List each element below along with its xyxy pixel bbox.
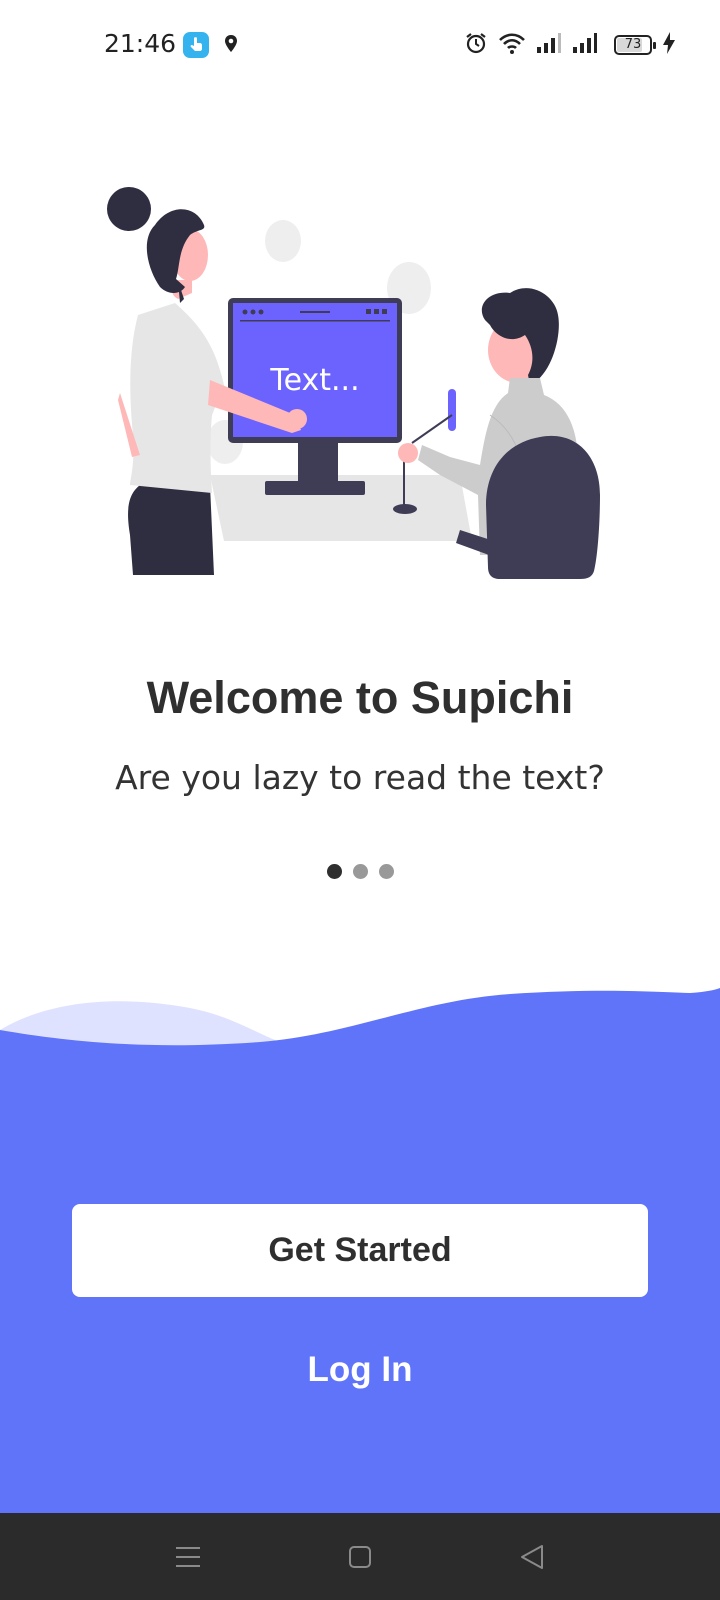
welcome-subtitle: Are you lazy to read the text? <box>115 758 605 797</box>
charging-icon <box>662 31 676 60</box>
system-navigation-bar <box>0 1513 720 1600</box>
log-in-button[interactable]: Log In <box>260 1340 460 1400</box>
back-icon[interactable] <box>512 1537 552 1577</box>
alarm-icon <box>464 31 488 60</box>
app-notification-icon <box>183 32 209 58</box>
home-icon[interactable] <box>340 1537 380 1577</box>
get-started-button[interactable]: Get Started <box>72 1204 648 1297</box>
page-indicator <box>0 864 720 879</box>
status-icons: 73 <box>464 30 676 60</box>
welcome-illustration: Text... <box>107 187 600 579</box>
page-dot[interactable] <box>378 864 394 879</box>
signal-icon <box>536 32 562 59</box>
welcome-title: Welcome to Supichi <box>146 672 574 723</box>
wifi-icon <box>498 31 526 60</box>
page-dot-active[interactable] <box>326 864 342 879</box>
status-bar: 21:46 73 <box>0 0 720 90</box>
status-time: 21:46 <box>104 29 177 58</box>
menu-icon[interactable] <box>168 1537 208 1577</box>
monitor-screen-text: Text... <box>269 363 359 398</box>
location-icon <box>224 34 238 59</box>
battery-icon: 73 <box>614 35 656 55</box>
page-dot[interactable] <box>352 864 368 879</box>
signal-icon <box>572 32 598 59</box>
battery-level: 73 <box>624 37 642 52</box>
